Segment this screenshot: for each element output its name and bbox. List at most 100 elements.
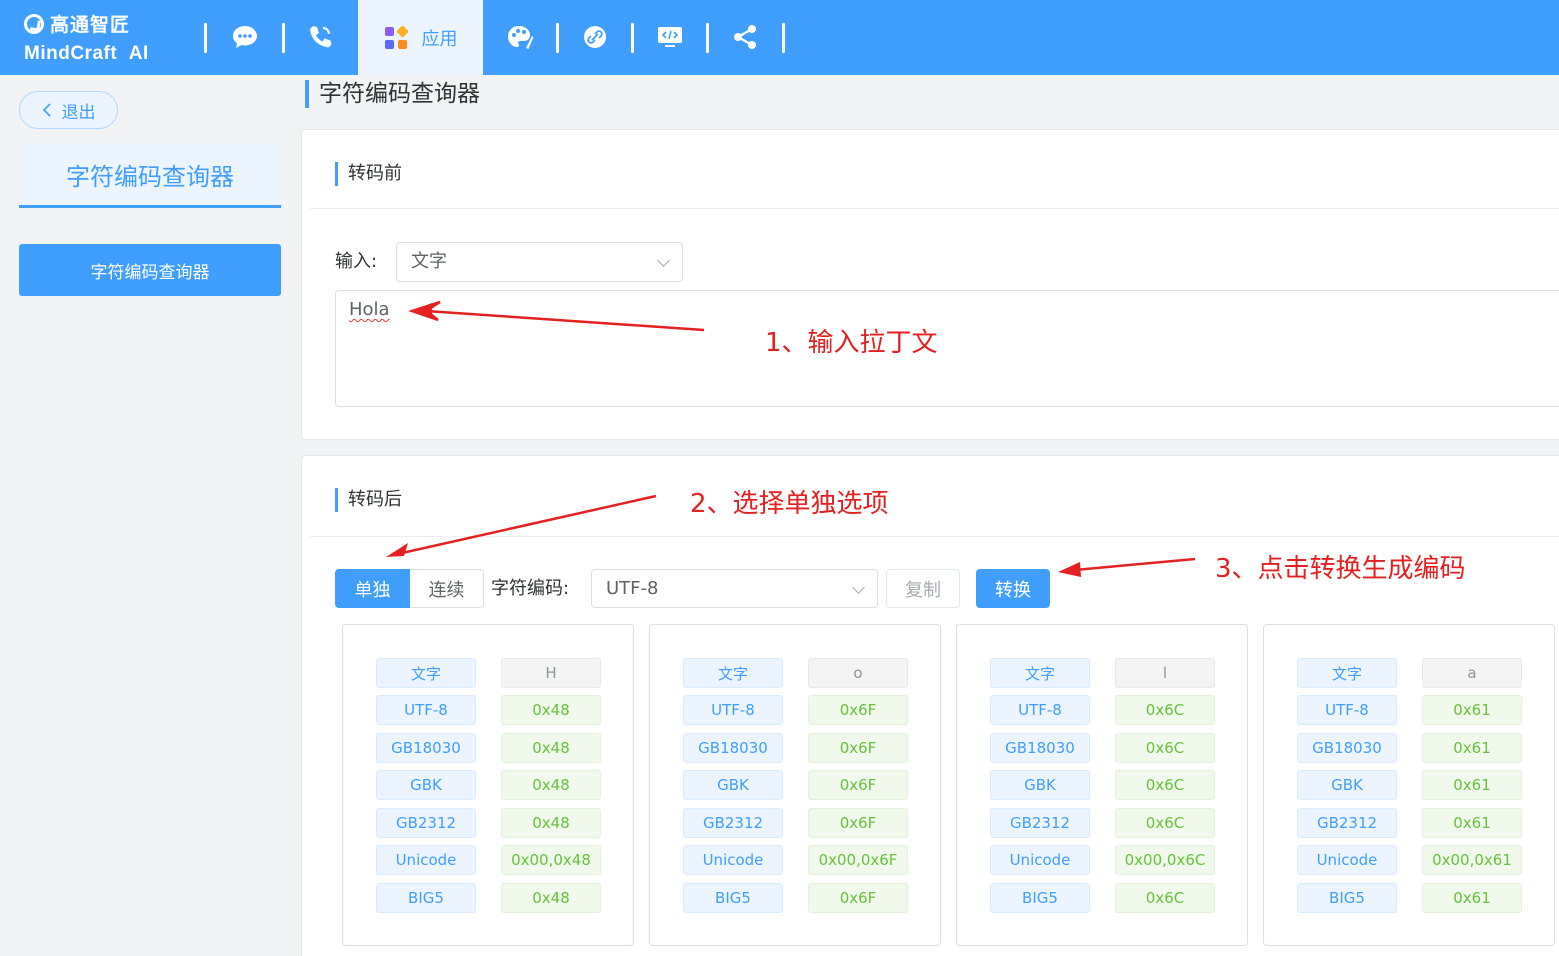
code-value-tag: 0x00,0x6C: [1115, 845, 1215, 875]
encoding-key-tag: 文字: [376, 658, 476, 688]
code-value-tag: 0x61: [1422, 808, 1522, 838]
convert-button[interactable]: 转换: [976, 569, 1050, 608]
after-card: 转码后 单独 连续 字符编码: UTF-8 复制 转换 文字 H UTF-8 0…: [301, 455, 1559, 956]
encoding-value: UTF-8: [606, 578, 659, 599]
encoding-key-tag: GB18030: [683, 733, 783, 763]
mode-toggle: 单独 连续: [335, 569, 484, 608]
code-value-tag: 0x48: [501, 733, 601, 763]
code-value-tag: 0x6C: [1115, 695, 1215, 725]
code-value-tag: 0x6F: [808, 770, 908, 800]
text-input-area[interactable]: Hola: [335, 290, 1559, 407]
nav-tab-apps[interactable]: 应用: [358, 0, 483, 75]
char-value-tag: o: [808, 658, 908, 688]
encoding-key-tag: GBK: [1297, 770, 1397, 800]
encoding-key-tag: GB2312: [683, 808, 783, 838]
sidebar-title: 字符编码查询器: [19, 144, 281, 208]
code-value-tag: 0x48: [501, 808, 601, 838]
top-navigation-bar: 高通智匠 MindCraft AI 应用: [0, 0, 1559, 75]
code-value-tag: 0x61: [1422, 770, 1522, 800]
copy-button[interactable]: 复制: [886, 569, 960, 608]
result-card: 文字 H UTF-8 0x48 GB18030 0x48 GBK 0x48 GB…: [342, 624, 634, 946]
encoding-key-tag: BIG5: [683, 883, 783, 913]
exit-label: 退出: [61, 102, 96, 123]
text-input-value: Hola: [349, 299, 390, 320]
encoding-key-tag: GBK: [990, 770, 1090, 800]
annotation-step3: 3、点击转换生成编码: [1215, 554, 1466, 584]
code-value-tag: 0x6C: [1115, 808, 1215, 838]
apps-icon: [384, 25, 408, 49]
nav-tab-apps-label: 应用: [421, 28, 458, 50]
code-value-tag: 0x48: [501, 695, 601, 725]
mode-single-button[interactable]: 单独: [335, 569, 410, 608]
link-icon[interactable]: [580, 22, 610, 52]
code-value-tag: 0x6C: [1115, 770, 1215, 800]
encoding-key-tag: UTF-8: [990, 695, 1090, 725]
code-value-tag: 0x6F: [808, 883, 908, 913]
before-card: 转码前 输入: 文字 Hola: [301, 129, 1559, 440]
nav-divider: [706, 23, 709, 53]
nav-divider: [204, 23, 207, 53]
encoding-key-tag: GB2312: [1297, 808, 1397, 838]
after-section-title: 转码后: [335, 488, 402, 512]
nav-divider: [782, 23, 785, 53]
code-value-tag: 0x6F: [808, 733, 908, 763]
palette-icon[interactable]: [505, 22, 535, 52]
exit-button[interactable]: 退出: [19, 91, 118, 129]
code-value-tag: 0x00,0x6F: [808, 845, 908, 875]
encoding-select[interactable]: UTF-8: [591, 569, 878, 608]
result-card: 文字 a UTF-8 0x61 GB18030 0x61 GBK 0x61 GB…: [1263, 624, 1555, 946]
code-value-tag: 0x6F: [808, 808, 908, 838]
encoding-key-tag: GB2312: [990, 808, 1090, 838]
code-value-tag: 0x61: [1422, 733, 1522, 763]
chevron-left-icon: [42, 103, 51, 117]
share-icon[interactable]: [730, 22, 760, 52]
encoding-key-tag: 文字: [990, 658, 1090, 688]
code-value-tag: 0x61: [1422, 695, 1522, 725]
encoding-key-tag: BIG5: [376, 883, 476, 913]
char-value-tag: H: [501, 658, 601, 688]
chevron-down-icon: [657, 254, 670, 267]
code-value-tag: 0x48: [501, 883, 601, 913]
brand-cn: 高通智匠: [50, 14, 131, 36]
annotation-step2: 2、选择单独选项: [690, 489, 889, 519]
input-type-select[interactable]: 文字: [396, 242, 683, 282]
result-card: 文字 l UTF-8 0x6C GB18030 0x6C GBK 0x6C GB…: [956, 624, 1248, 946]
sidebar-item-encoding-query[interactable]: 字符编码查询器: [19, 244, 281, 296]
encoding-label: 字符编码:: [491, 578, 570, 599]
brand-ai: AI: [128, 43, 149, 64]
encoding-key-tag: BIG5: [990, 883, 1090, 913]
code-value-tag: 0x48: [501, 770, 601, 800]
page-title: 字符编码查询器: [305, 80, 480, 108]
encoding-key-tag: UTF-8: [376, 695, 476, 725]
nav-divider: [282, 23, 285, 53]
code-value-tag: 0x6F: [808, 695, 908, 725]
brand-logo[interactable]: 高通智匠 MindCraft AI: [24, 10, 149, 65]
input-type-value: 文字: [411, 251, 447, 272]
encoding-key-tag: Unicode: [376, 845, 476, 875]
annotation-step1: 1、输入拉丁文: [765, 328, 938, 358]
before-section-title: 转码前: [335, 162, 402, 186]
encoding-key-tag: Unicode: [1297, 845, 1397, 875]
chat-icon[interactable]: [230, 22, 260, 52]
phone-icon[interactable]: [305, 22, 335, 52]
encoding-key-tag: GB18030: [376, 733, 476, 763]
divider: [310, 208, 1559, 209]
encoding-key-tag: GB18030: [990, 733, 1090, 763]
chevron-down-icon: [852, 581, 865, 594]
result-card: 文字 o UTF-8 0x6F GB18030 0x6F GBK 0x6F GB…: [649, 624, 941, 946]
encoding-key-tag: 文字: [683, 658, 783, 688]
brand-en: MindCraft: [24, 43, 118, 64]
encoding-key-tag: UTF-8: [683, 695, 783, 725]
char-value-tag: a: [1422, 658, 1522, 688]
nav-divider: [556, 23, 559, 53]
code-value-tag: 0x61: [1422, 883, 1522, 913]
encoding-key-tag: 文字: [1297, 658, 1397, 688]
divider: [310, 536, 1559, 537]
encoding-key-tag: Unicode: [683, 845, 783, 875]
nav-divider: [631, 23, 634, 53]
mode-continuous-button[interactable]: 连续: [410, 569, 484, 608]
char-value-tag: l: [1115, 658, 1215, 688]
input-label: 输入:: [335, 251, 378, 272]
code-icon[interactable]: [655, 22, 685, 52]
code-value-tag: 0x00,0x61: [1422, 845, 1522, 875]
